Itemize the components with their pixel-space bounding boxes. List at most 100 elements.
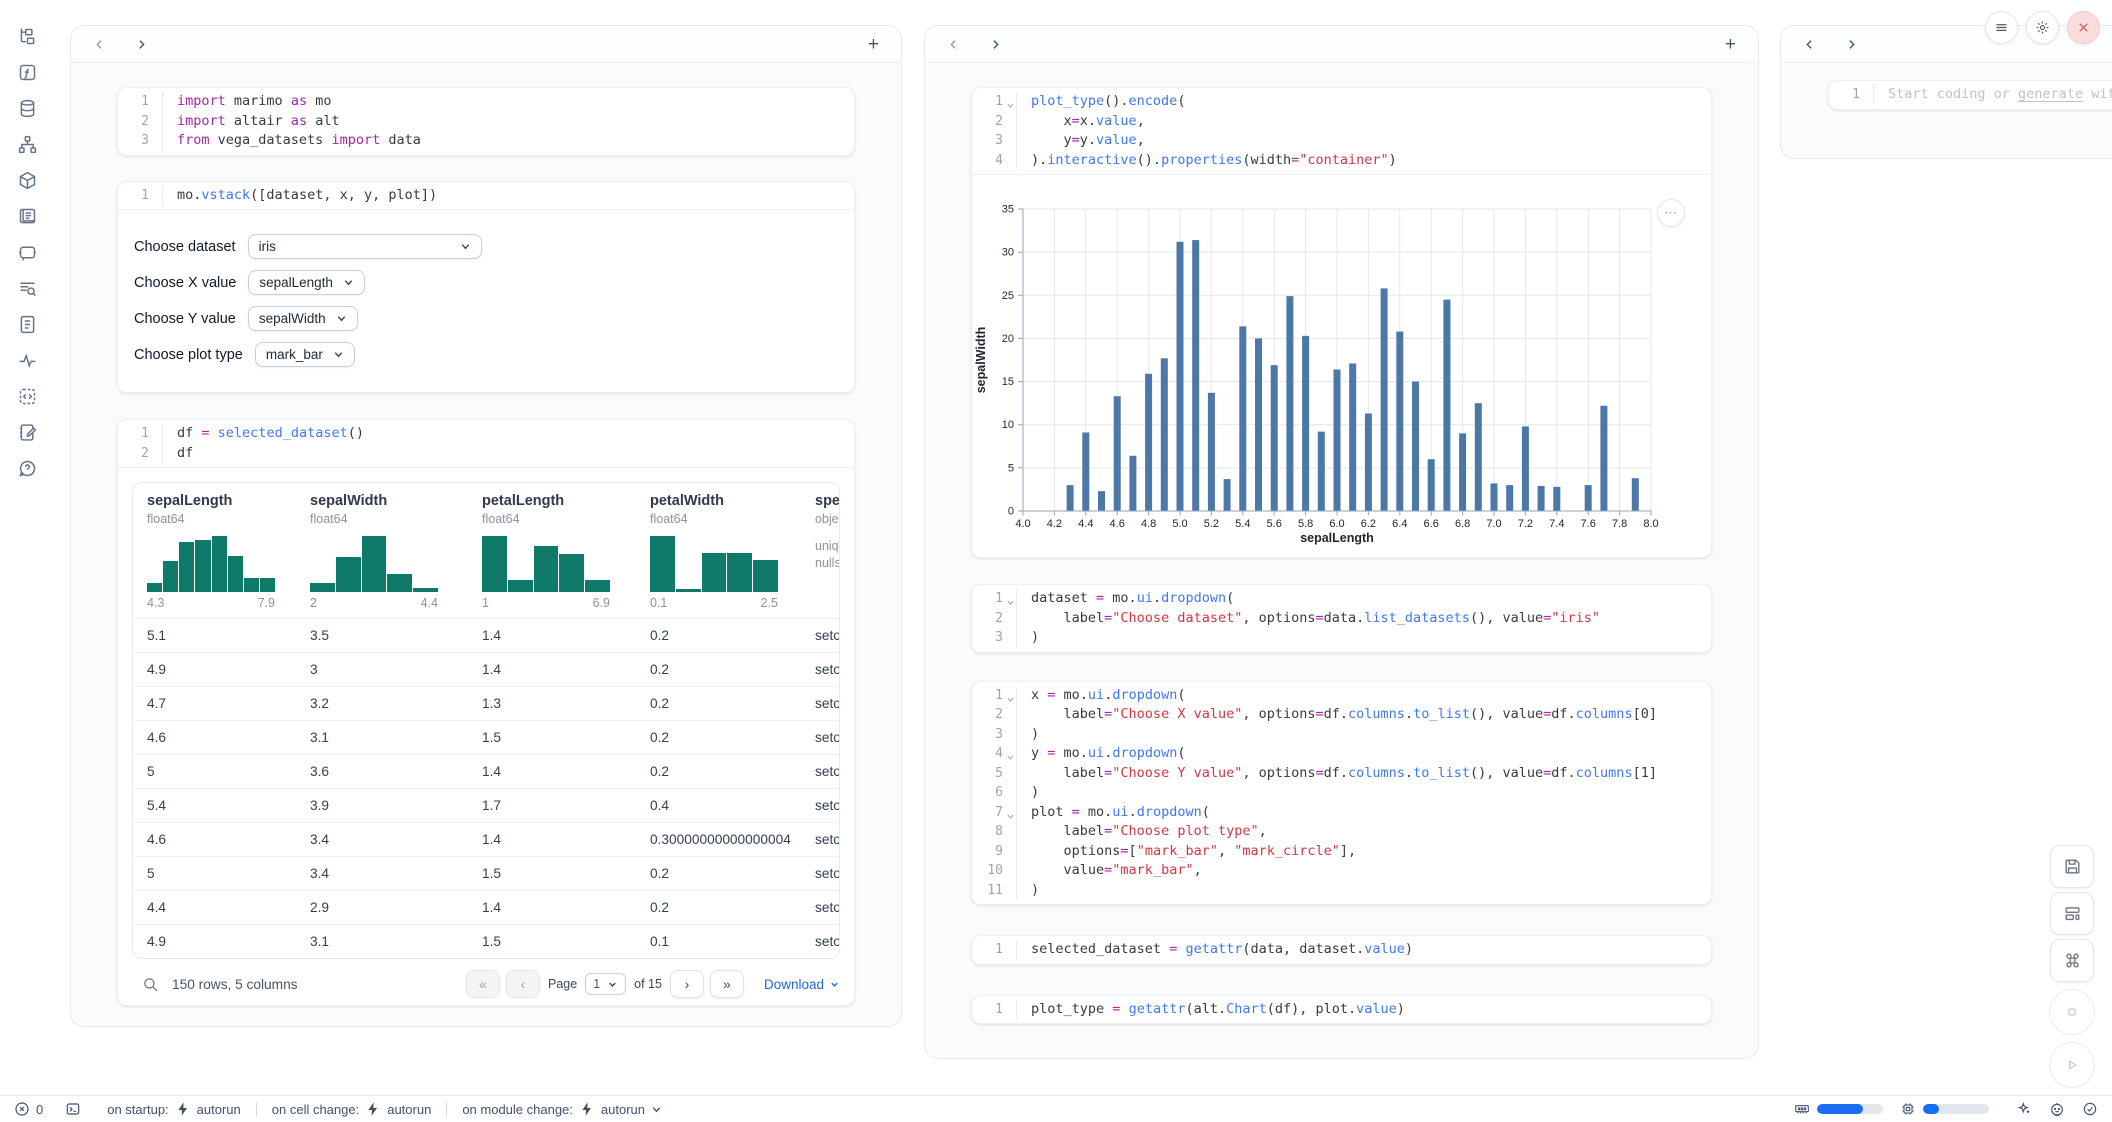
add-cell-button[interactable]: +: [1725, 35, 1736, 54]
keyboard-shortcuts-button[interactable]: [2050, 939, 2094, 982]
table-row[interactable]: 4.42.91.40.2setos: [133, 890, 839, 924]
choose-y-value-select[interactable]: sepalWidth: [248, 306, 358, 331]
column-header[interactable]: petalLengthfloat6416.9: [468, 493, 636, 610]
code-editor[interactable]: 123dataset = mo.ui.dropdown( label="Choo…: [972, 585, 1711, 652]
autorun-config-item[interactable]: on module change:autorun: [462, 1101, 662, 1117]
column-histogram[interactable]: [310, 536, 438, 592]
chevron-down-icon: [333, 349, 344, 360]
search-icon[interactable]: [142, 976, 159, 993]
table-row[interactable]: 4.931.40.2setos: [133, 652, 839, 686]
chevron-down-icon: [651, 1104, 662, 1115]
notebook-column-2: + 1234plot_type().encode( x=x.value, y=y…: [924, 25, 1759, 1059]
file-tree-icon[interactable]: [17, 26, 38, 47]
help-icon[interactable]: [17, 458, 38, 479]
code-editor[interactable]: 1plot_type = getattr(alt.Chart(df), plot…: [972, 996, 1711, 1024]
table-row[interactable]: 4.63.11.50.2setos: [133, 720, 839, 754]
table-row[interactable]: 5.13.51.40.2setos: [133, 618, 839, 652]
lightning-bolt-icon: [579, 1101, 595, 1117]
table-row[interactable]: 4.93.11.50.1setos: [133, 924, 839, 958]
chevron-down-icon: [343, 277, 354, 288]
column-header[interactable]: sepalLengthfloat644.37.9: [133, 493, 296, 610]
svg-text:7.2: 7.2: [1518, 518, 1533, 530]
sparkles-icon[interactable]: [2016, 1101, 2032, 1117]
bot-icon[interactable]: [2049, 1101, 2065, 1117]
code-editor[interactable]: 1mo.vstack([dataset, x, y, plot]): [118, 182, 854, 210]
column-histogram[interactable]: [482, 536, 610, 592]
table-row[interactable]: 53.41.50.2setos: [133, 856, 839, 890]
column-left-chevron[interactable]: [1803, 37, 1817, 51]
choose-plot-type-select[interactable]: mark_bar: [255, 342, 355, 367]
chart-output: 4.04.24.44.64.85.05.25.45.65.86.06.26.46…: [972, 175, 1711, 557]
code-icon[interactable]: [17, 386, 38, 407]
terminal-button[interactable]: [65, 1101, 81, 1117]
dependency-graph-icon[interactable]: [17, 134, 38, 155]
right-action-panel: [2049, 845, 2095, 1088]
database-icon[interactable]: [17, 98, 38, 119]
autorun-config-item[interactable]: on startup:autorun: [107, 1101, 241, 1117]
column-right-chevron[interactable]: [135, 37, 149, 51]
save-button[interactable]: [2050, 845, 2094, 888]
table-row[interactable]: 53.61.40.2setos: [133, 754, 839, 788]
column-histogram[interactable]: [147, 536, 275, 592]
code-editor[interactable]: 1selected_dataset = getattr(data, datase…: [972, 936, 1711, 964]
column-left-chevron[interactable]: [947, 37, 961, 51]
bar-chart[interactable]: 4.04.24.44.64.85.05.25.45.65.86.06.26.46…: [972, 179, 1692, 551]
chart-actions-button[interactable]: ⋯: [1657, 199, 1685, 227]
table-row[interactable]: 4.73.21.30.2setos: [133, 686, 839, 720]
script-icon[interactable]: [17, 206, 38, 227]
cell-dataframe: 12df = selected_dataset()df sepalLengthf…: [117, 419, 855, 1006]
check-circle-icon[interactable]: [2082, 1101, 2098, 1117]
page-count-label: of 15: [634, 977, 662, 991]
column-header[interactable]: sepalWidthfloat6424.4: [296, 493, 468, 610]
scratchpad-icon[interactable]: [17, 422, 38, 443]
search-list-icon[interactable]: [17, 278, 38, 299]
column-histogram[interactable]: [650, 536, 778, 592]
run-button[interactable]: [2049, 1042, 2095, 1088]
add-cell-button[interactable]: +: [868, 35, 879, 54]
table-row[interactable]: 4.63.41.40.30000000000000004setos: [133, 822, 839, 856]
stop-button[interactable]: [2049, 989, 2095, 1035]
column-header[interactable]: speciobjecuniqunulls:: [801, 493, 839, 610]
column-right-chevron[interactable]: [989, 37, 1003, 51]
code-editor[interactable]: 12df = selected_dataset()df: [118, 420, 854, 467]
choose-dataset-select[interactable]: iris: [248, 234, 482, 259]
cpu-usage-meter[interactable]: [1900, 1101, 1989, 1117]
chat-icon[interactable]: [17, 242, 38, 263]
autorun-config-item[interactable]: on cell change:autorun: [272, 1101, 432, 1117]
dropdown-row: Choose X valuesepalLength: [134, 268, 838, 297]
cell-chart: 1234plot_type().encode( x=x.value, y=y.v…: [971, 87, 1712, 558]
last-page-button[interactable]: »: [710, 970, 744, 998]
column-right-chevron[interactable]: [1845, 37, 1859, 51]
close-button[interactable]: [2067, 11, 2100, 44]
column-left-chevron[interactable]: [93, 37, 107, 51]
svg-text:7.8: 7.8: [1612, 518, 1627, 530]
first-page-button[interactable]: «: [466, 970, 500, 998]
cell-plot-type: 1plot_type = getattr(alt.Chart(df), plot…: [971, 995, 1712, 1025]
package-icon[interactable]: [17, 170, 38, 191]
settings-gear-button[interactable]: [2026, 11, 2059, 44]
function-icon[interactable]: [17, 62, 38, 83]
layout-button[interactable]: [2050, 892, 2094, 935]
table-row[interactable]: 5.43.91.70.4setos: [133, 788, 839, 822]
memory-usage-meter[interactable]: [1794, 1101, 1883, 1117]
pagination: « ‹ Page 1 of 15 › » Download: [466, 970, 840, 998]
svg-text:5.2: 5.2: [1204, 518, 1219, 530]
notebook-column-1: + 123import marimo as moimport altair as…: [70, 25, 902, 1027]
activity-icon[interactable]: [17, 350, 38, 371]
page-select[interactable]: 1: [585, 973, 626, 995]
new-cell-input[interactable]: 1Start coding or generate with: [1829, 81, 2112, 109]
cell-xy-plot-dropdowns: 1234567891011x = mo.ui.dropdown( label="…: [971, 681, 1712, 906]
download-button[interactable]: Download: [764, 977, 840, 992]
dropdown-label: Choose plot type: [134, 347, 243, 363]
prev-page-button[interactable]: ‹: [506, 970, 540, 998]
code-editor[interactable]: 1234plot_type().encode( x=x.value, y=y.v…: [972, 88, 1711, 174]
error-count-badge[interactable]: 0: [14, 1101, 43, 1117]
code-editor[interactable]: 1234567891011x = mo.ui.dropdown( label="…: [972, 682, 1711, 905]
menu-button[interactable]: [1985, 11, 2018, 44]
document-icon[interactable]: [17, 314, 38, 335]
choose-x-value-select[interactable]: sepalLength: [248, 270, 365, 295]
column-header[interactable]: petalWidthfloat640.12.5: [636, 493, 801, 610]
next-page-button[interactable]: ›: [670, 970, 704, 998]
code-editor[interactable]: 123import marimo as moimport altair as a…: [118, 88, 854, 155]
svg-text:10: 10: [1002, 419, 1014, 431]
